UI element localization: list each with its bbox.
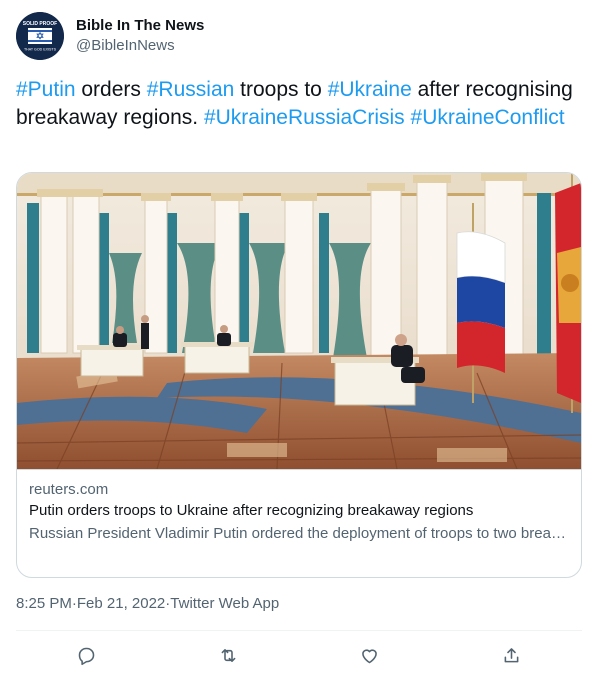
share-icon [504,647,519,662]
avatar[interactable]: SOLID PROOF THAT GOD EXISTS [16,12,64,60]
svg-text:THAT GOD EXISTS: THAT GOD EXISTS [24,48,57,52]
divider [16,630,582,631]
tweet-meta: 8:25 PM · Feb 21, 2022 · Twitter Web App [16,594,279,614]
hashtag-link[interactable]: #Ukraine [328,78,412,101]
tweet-header: SOLID PROOF THAT GOD EXISTS Bible In The… [16,12,204,60]
action-bar [16,638,582,672]
tweet: SOLID PROOF THAT GOD EXISTS Bible In The… [0,0,598,678]
card-body: reuters.com Putin orders troops to Ukrai… [29,480,569,544]
hashtag-link[interactable]: #UkraineRussiaCrisis [204,106,405,129]
share-button[interactable] [494,638,528,672]
retweet-icon [221,648,236,662]
card-image [17,173,581,470]
link-card[interactable]: reuters.com Putin orders troops to Ukrai… [16,172,582,578]
hashtag-link[interactable]: #Putin [16,78,76,101]
tweet-source[interactable]: Twitter Web App [170,594,279,614]
hashtag-link[interactable]: #Russian [147,78,235,101]
reply-button[interactable] [70,638,104,672]
tweet-time[interactable]: 8:25 PM [16,594,72,614]
tweet-text-segment: orders [75,78,147,101]
like-button[interactable] [353,638,387,672]
avatar-logo: SOLID PROOF THAT GOD EXISTS [16,12,64,60]
card-domain: reuters.com [29,481,109,498]
author-names: Bible In The News @BibleInNews [76,16,204,56]
card-title: Putin orders troops to Ukraine after rec… [29,502,474,519]
reply-icon [78,647,95,665]
like-icon [362,648,378,663]
tweet-text: #Putin orders #Russian troops to #Ukrain… [16,76,582,132]
card-description: Russian President Vladimir Putin ordered… [29,525,569,542]
hashtag-link[interactable]: #UkraineConflict [411,106,565,129]
svg-text:SOLID PROOF: SOLID PROOF [23,21,57,27]
tweet-date[interactable]: Feb 21, 2022 [77,594,165,614]
display-name[interactable]: Bible In The News [76,16,204,36]
retweet-button[interactable] [211,638,245,672]
handle[interactable]: @BibleInNews [76,36,204,56]
tweet-text-segment: troops to [234,78,328,101]
